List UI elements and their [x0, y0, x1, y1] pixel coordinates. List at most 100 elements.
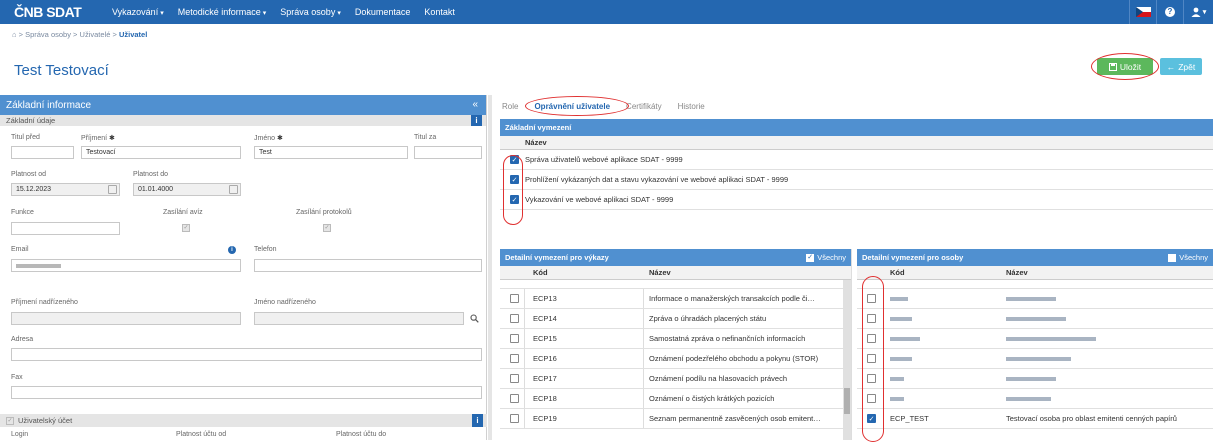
redacted-name — [1006, 336, 1096, 341]
funkce-input[interactable] — [11, 222, 120, 235]
table-row[interactable]: ✓ Prohlížení vykázaných dat a stavu vyka… — [500, 170, 1213, 190]
back-button[interactable]: ← Zpět — [1160, 58, 1202, 75]
chevron-down-icon: ▾ — [160, 10, 164, 17]
table-row[interactable]: ✓ Správa uživatelů webové aplikace SDAT … — [500, 150, 1213, 170]
table-row[interactable] — [857, 389, 1213, 409]
col-code: Kód — [533, 268, 548, 277]
table-row[interactable]: ✓ Vykazování ve webové aplikaci SDAT - 9… — [500, 190, 1213, 210]
nav-metodicke-informace[interactable]: Metodické informace ▾ — [171, 7, 274, 17]
row-code: ECP_TEST — [890, 414, 929, 423]
checkbox-icon — [1168, 253, 1177, 262]
table-row[interactable]: ECP13 Informace o manažerských transakcíc… — [500, 289, 851, 309]
email-label: Email — [11, 246, 29, 253]
redacted-name — [1006, 296, 1056, 301]
table-row[interactable]: ECP17 Oznámení podílu na hlasovacích práv… — [500, 369, 851, 389]
adresa-label: Adresa — [11, 336, 34, 343]
email-input[interactable] — [11, 259, 241, 272]
row-checkbox[interactable] — [510, 314, 519, 323]
platnost-od-input[interactable]: 15.12.2023 — [11, 183, 120, 196]
user-menu-button[interactable]: ▾ — [1183, 0, 1213, 24]
prijmeni-nadrizeneho-input[interactable] — [11, 312, 241, 325]
nav-dokumentace[interactable]: Dokumentace — [348, 7, 418, 17]
titul-pred-input[interactable] — [11, 146, 74, 159]
breadcrumb-item[interactable]: Uživatelé — [80, 30, 111, 39]
row-code: ECP18 — [533, 394, 557, 403]
row-name: Seznam permanentně zasvěcených osob emit… — [649, 414, 821, 423]
app-logo[interactable]: ČNB SDAT — [0, 4, 105, 20]
redacted-code — [890, 396, 904, 401]
nav-kontakt[interactable]: Kontakt — [417, 7, 462, 17]
fax-input[interactable] — [11, 386, 482, 399]
table-row[interactable] — [857, 329, 1213, 349]
nav-sprava-osoby[interactable]: Správa osoby ▾ — [273, 7, 348, 17]
persons-rows — [857, 289, 1213, 409]
table-row[interactable]: ECP15 Samostatná zpráva o nefinančních in… — [500, 329, 851, 349]
row-code: ECP17 — [533, 374, 557, 383]
jmeno-input[interactable]: Test — [254, 146, 408, 159]
platnost-do-input[interactable]: 01.01.4000 — [133, 183, 241, 196]
collapse-icon[interactable]: « — [472, 99, 478, 110]
calendar-icon[interactable] — [229, 185, 238, 194]
info-icon[interactable]: i — [472, 414, 483, 427]
row-code: ECP15 — [533, 334, 557, 343]
row-name: Oznámení podezřelého obchodu a pokynu (S… — [649, 354, 819, 363]
highlight-oval — [525, 96, 629, 116]
chevron-down-icon: ▾ — [337, 10, 341, 17]
question-circle-icon: ? — [1165, 7, 1175, 17]
check-icon: ✓ — [806, 253, 815, 262]
table-row[interactable] — [857, 289, 1213, 309]
tab-historie[interactable]: Historie — [670, 102, 713, 111]
info-icon[interactable]: i — [471, 115, 482, 126]
scrolled-row-partial — [500, 280, 851, 289]
row-name: Vykazování ve webové aplikaci SDAT - 999… — [525, 195, 674, 204]
nav-vykazovani[interactable]: Vykazování ▾ — [105, 7, 171, 17]
section-header: Základní údaje i — [0, 115, 486, 126]
page-title: Test Testovací — [14, 62, 109, 79]
platnost-do-label: Platnost do — [133, 171, 169, 178]
row-checkbox[interactable] — [510, 394, 519, 403]
language-button[interactable] — [1129, 0, 1156, 24]
row-checkbox[interactable] — [510, 354, 519, 363]
table-row[interactable]: ECP14 Zpráva o úhradách placených státu — [500, 309, 851, 329]
row-checkbox[interactable] — [510, 374, 519, 383]
adresa-input[interactable] — [11, 348, 482, 361]
home-icon[interactable]: ⌂ — [12, 30, 17, 39]
titul-za-input[interactable] — [414, 146, 482, 159]
email-info-icon[interactable]: i — [228, 246, 236, 254]
row-checkbox[interactable] — [510, 294, 519, 303]
fax-label: Fax — [11, 374, 23, 381]
row-code: ECP13 — [533, 294, 557, 303]
redacted-name — [1006, 396, 1051, 401]
table-row[interactable] — [857, 349, 1213, 369]
table-row[interactable]: ✓ ECP_TEST Testovací osoba pro oblast em… — [857, 409, 1213, 429]
panel-splitter[interactable] — [488, 95, 492, 440]
redacted-code — [890, 376, 904, 381]
table-row[interactable]: ECP19 Seznam permanentně zasvěcených osob… — [500, 409, 851, 429]
jmeno-nadrizeneho-label: Jméno nadřízeného — [254, 299, 316, 306]
row-code: ECP14 — [533, 314, 557, 323]
search-icon[interactable] — [466, 312, 482, 325]
vertical-scrollbar[interactable] — [843, 280, 851, 440]
highlight-oval — [862, 276, 884, 442]
telefon-input[interactable] — [254, 259, 482, 272]
tab-role[interactable]: Role — [494, 102, 526, 111]
table-row[interactable] — [857, 309, 1213, 329]
help-button[interactable]: ? — [1156, 0, 1183, 24]
zasilani-protokolu-checkbox: ✓ — [323, 224, 331, 232]
section-header: Detailní vymezení pro osoby Všechny — [857, 249, 1213, 266]
table-row[interactable]: ECP18 Oznámení o čistých krátkých pozicíc… — [500, 389, 851, 409]
table-row[interactable] — [857, 369, 1213, 389]
prijmeni-input[interactable]: Testovací — [81, 146, 241, 159]
row-checkbox[interactable] — [510, 334, 519, 343]
breadcrumb-item[interactable]: Správa osoby — [25, 30, 71, 39]
scrolled-row-partial — [857, 280, 1213, 289]
highlight-oval — [503, 155, 523, 225]
table-row[interactable]: ECP16 Oznámení podezřelého obchodu a poky… — [500, 349, 851, 369]
jmeno-nadrizeneho-input[interactable] — [254, 312, 464, 325]
redacted-name — [1006, 356, 1071, 361]
scroll-thumb[interactable] — [844, 388, 850, 414]
select-all-toggle[interactable]: ✓ Všechny — [806, 253, 846, 262]
row-checkbox[interactable] — [510, 414, 519, 423]
calendar-icon[interactable] — [108, 185, 117, 194]
select-all-toggle[interactable]: Všechny — [1168, 253, 1208, 262]
